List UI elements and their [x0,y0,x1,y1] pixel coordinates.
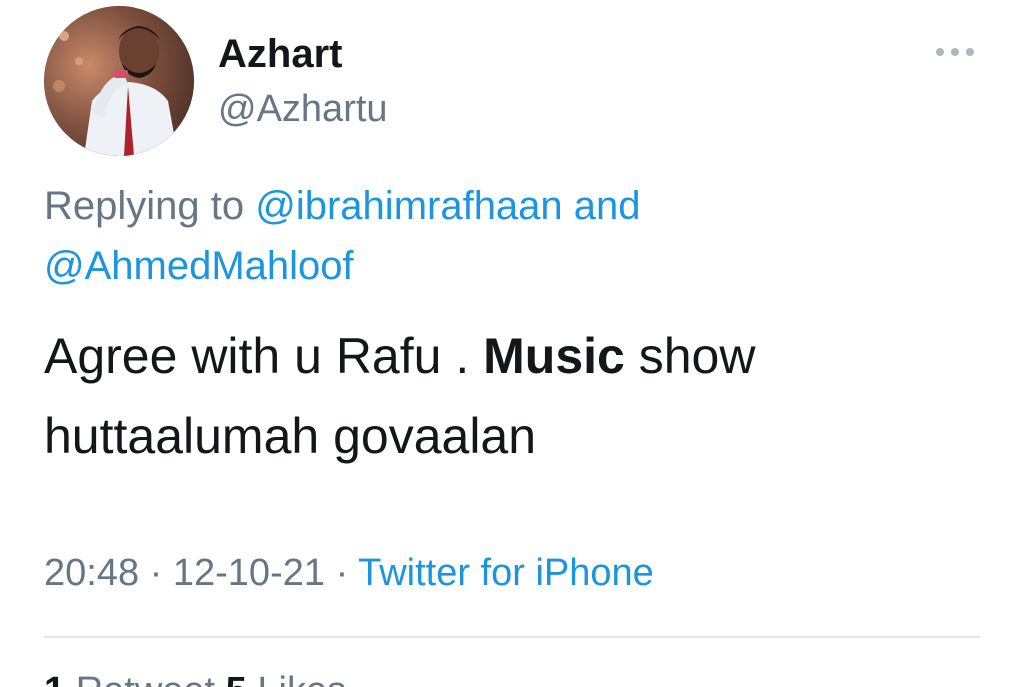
avatar-photo [44,6,194,156]
engagement-stats: 1 Retweet 5 Likes [44,668,346,687]
user-handle[interactable]: @Azhartu [218,86,388,132]
divider [44,636,980,638]
tweet-text-part: Agree with u Rafu . [44,328,470,384]
likes-stat[interactable]: 5 Likes [226,670,346,687]
tweet-detail: Azhart @Azhartu Replying to @ibrahimrafh… [0,0,1024,687]
tweet-date[interactable]: 12-10-21 [173,552,325,594]
retweets-stat[interactable]: 1 Retweet [44,670,226,687]
tweet-text-bold: Music [483,328,625,384]
display-name[interactable]: Azhart [218,30,342,78]
more-horizontal-icon[interactable] [934,40,976,64]
reply-connector: and [573,184,641,228]
meta-separator: · [149,552,163,594]
retweet-count: 1 [44,670,65,687]
tweet-source-link[interactable]: Twitter for iPhone [358,552,654,594]
tweet-text: Agree with u Rafu . Music show huttaalum… [44,316,984,476]
replying-to: Replying to @ibrahimrafhaan and @AhmedMa… [44,176,984,296]
avatar[interactable] [44,6,194,156]
tweet-time[interactable]: 20:48 [44,552,139,594]
replying-to-label: Replying to [44,184,245,228]
like-count: 5 [226,670,247,687]
retweet-label: Retweet [76,670,215,687]
like-label: Likes [257,670,346,687]
tweet-meta: 20:48 · 12-10-21 · Twitter for iPhone [44,548,654,598]
meta-separator: · [335,552,349,594]
mention-link[interactable]: @AhmedMahloof [44,244,354,288]
mention-link[interactable]: @ibrahimrafhaan [255,184,562,228]
